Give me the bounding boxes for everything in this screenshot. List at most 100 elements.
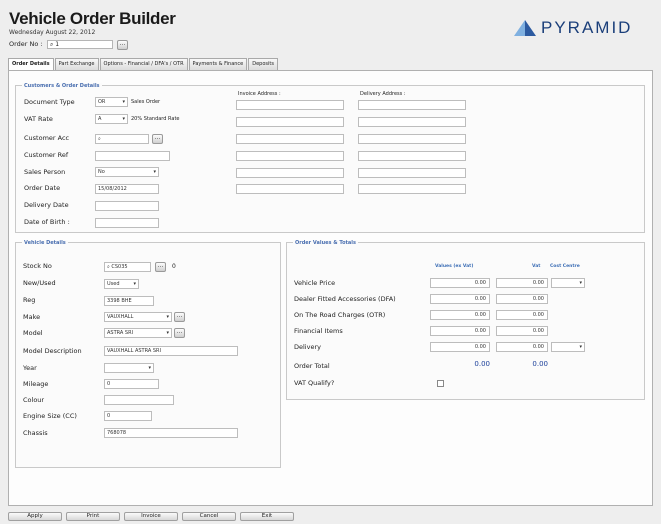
app-title: Vehicle Order Builder	[9, 9, 176, 28]
delivery-date-label: Delivery Date	[24, 201, 69, 209]
mileage-field[interactable]: 0	[104, 379, 159, 389]
stock-no-field[interactable]: ⌕ CS035	[104, 262, 151, 272]
delivery-cost-centre[interactable]: ▾	[551, 342, 585, 352]
tab-deposits[interactable]: Deposits	[248, 58, 278, 70]
order-no-label: Order No :	[9, 40, 43, 48]
dob-field[interactable]	[95, 218, 159, 228]
dfa-label: Dealer Fitted Accessories (DFA)	[294, 295, 396, 303]
exit-button[interactable]: Exit	[240, 512, 294, 521]
invoice-address-line1[interactable]	[236, 100, 344, 110]
current-date: Wednesday August 22, 2012	[9, 29, 96, 36]
order-total-ex-vat: 0.00	[474, 360, 490, 368]
model-description-label: Model Description	[23, 347, 82, 355]
vehicle-price-ex-vat[interactable]: 0.00	[430, 278, 490, 288]
invoice-button[interactable]: Invoice	[124, 512, 178, 521]
order-lookup-button[interactable]: ...	[117, 40, 128, 50]
model-select[interactable]: ASTRA SRI ▾	[104, 328, 172, 338]
dob-label: Date of Birth :	[24, 218, 70, 226]
invoice-address-line6[interactable]	[236, 184, 344, 194]
order-total-vat: 0.00	[532, 360, 548, 368]
delivery-ex-vat[interactable]: 0.00	[430, 342, 490, 352]
sales-person-label: Sales Person	[24, 168, 66, 176]
make-lookup-button[interactable]: ...	[174, 312, 185, 322]
invoice-address-label: Invoice Address :	[238, 91, 281, 97]
invoice-address-line2[interactable]	[236, 117, 344, 127]
chassis-label: Chassis	[23, 429, 48, 437]
financial-items-vat[interactable]: 0.00	[496, 326, 548, 336]
order-values-title: Order Values & Totals	[293, 240, 358, 246]
model-lookup-button[interactable]: ...	[174, 328, 185, 338]
dropdown-arrow-icon: ▾	[579, 344, 582, 350]
cancel-button[interactable]: Cancel	[182, 512, 236, 521]
customer-ref-field[interactable]	[95, 151, 170, 161]
apply-button[interactable]: Apply	[8, 512, 62, 521]
search-icon: ⌕	[98, 136, 101, 142]
otr-ex-vat[interactable]: 0.00	[430, 310, 490, 320]
delivery-address-line3[interactable]	[358, 134, 466, 144]
stock-lookup-button[interactable]: ...	[155, 262, 166, 272]
delivery-label: Delivery	[294, 343, 321, 351]
colour-field[interactable]	[104, 395, 174, 405]
vehicle-group-title: Vehicle Details	[22, 240, 68, 246]
chassis-field[interactable]: 768078	[104, 428, 238, 438]
tab-payments-finance[interactable]: Payments & Finance	[188, 58, 248, 70]
customer-ref-label: Customer Ref	[24, 151, 69, 159]
tab-part-exchange[interactable]: Part Exchange	[54, 58, 99, 70]
invoice-address-line3[interactable]	[236, 134, 344, 144]
model-label: Model	[23, 329, 43, 337]
delivery-vat[interactable]: 0.00	[496, 342, 548, 352]
mileage-label: Mileage	[23, 380, 49, 388]
customer-lookup-button[interactable]: ...	[152, 134, 163, 144]
pyramid-logo: PYRAMID	[514, 18, 632, 38]
reg-field[interactable]: 3398 BHE	[104, 296, 154, 306]
dropdown-arrow-icon: ▾	[153, 169, 156, 175]
dfa-ex-vat[interactable]: 0.00	[430, 294, 490, 304]
stock-count: 0	[172, 263, 176, 270]
col-header-ex-vat: Values (ex Vat)	[435, 264, 474, 269]
vehicle-price-cost-centre[interactable]: ▾	[551, 278, 585, 288]
customer-group-title: Customers & Order Details	[22, 83, 102, 89]
new-used-label: New/Used	[23, 279, 56, 287]
document-type-select[interactable]: OR ▾	[95, 97, 128, 107]
order-no-field[interactable]: ⌕ 1	[47, 40, 113, 49]
colour-label: Colour	[23, 396, 45, 404]
vat-rate-label: VAT Rate	[24, 115, 53, 123]
delivery-address-line4[interactable]	[358, 151, 466, 161]
order-date-field[interactable]: 15/08/2012	[95, 184, 159, 194]
engine-size-label: Engine Size (CC)	[23, 412, 77, 420]
engine-size-field[interactable]: 0	[104, 411, 152, 421]
pyramid-logo-icon	[514, 20, 536, 36]
vat-qualify-checkbox[interactable]	[437, 380, 444, 387]
print-button[interactable]: Print	[66, 512, 120, 521]
year-select[interactable]: ▾	[104, 363, 154, 373]
tab-options[interactable]: Options - Financial / DFA's / OTR	[99, 58, 188, 70]
customer-acc-field[interactable]: ⌕	[95, 134, 149, 144]
vat-rate-select[interactable]: A ▾	[95, 114, 128, 124]
financial-items-ex-vat[interactable]: 0.00	[430, 326, 490, 336]
col-header-vat: Vat	[532, 264, 541, 269]
delivery-address-line1[interactable]	[358, 100, 466, 110]
year-label: Year	[23, 364, 37, 372]
stock-no-label: Stock No	[23, 262, 52, 270]
new-used-select[interactable]: Used ▾	[104, 279, 139, 289]
vat-qualify-label: VAT Qualify?	[294, 379, 335, 387]
delivery-address-line6[interactable]	[358, 184, 466, 194]
invoice-address-line5[interactable]	[236, 168, 344, 178]
delivery-date-field[interactable]	[95, 201, 159, 211]
delivery-address-line2[interactable]	[358, 117, 466, 127]
customer-acc-label: Customer Acc	[24, 134, 70, 142]
vehicle-price-vat[interactable]: 0.00	[496, 278, 548, 288]
dropdown-arrow-icon: ▾	[166, 330, 169, 336]
dropdown-arrow-icon: ▾	[122, 99, 125, 105]
make-select[interactable]: VAUXHALL ▾	[104, 312, 172, 322]
model-description-field[interactable]: VAUXHALL ASTRA SRI	[104, 346, 238, 356]
invoice-address-line4[interactable]	[236, 151, 344, 161]
dropdown-arrow-icon: ▾	[166, 314, 169, 320]
dropdown-arrow-icon: ▾	[133, 281, 136, 287]
otr-label: On The Road Charges (OTR)	[294, 311, 386, 319]
sales-person-select[interactable]: No ▾	[95, 167, 159, 177]
dfa-vat[interactable]: 0.00	[496, 294, 548, 304]
otr-vat[interactable]: 0.00	[496, 310, 548, 320]
logo-text: PYRAMID	[541, 18, 633, 37]
delivery-address-line5[interactable]	[358, 168, 466, 178]
